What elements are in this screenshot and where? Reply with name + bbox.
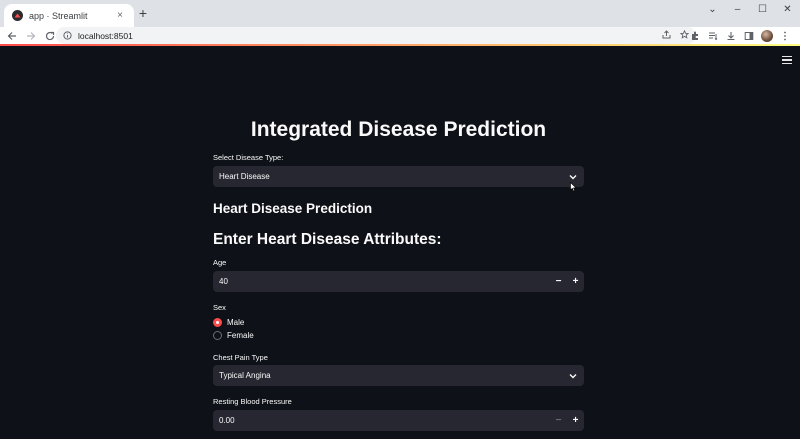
more-menu-icon[interactable]: [776, 28, 794, 43]
sex-radio-male[interactable]: Male: [213, 318, 244, 327]
disease-type-select[interactable]: Heart Disease: [213, 166, 584, 192]
browser-toolbar: localhost:8501: [0, 27, 800, 44]
age-decrement-button[interactable]: −: [550, 271, 567, 292]
resting-bp-number-input[interactable]: 0.00 − +: [213, 410, 584, 431]
profile-avatar[interactable]: [758, 28, 776, 43]
chest-pain-select[interactable]: Typical Angina: [213, 365, 584, 386]
streamlit-favicon-icon: [12, 10, 23, 21]
minimize-button[interactable]: –: [725, 0, 750, 18]
radio-checked-icon[interactable]: [213, 318, 222, 327]
side-panel-icon[interactable]: [740, 28, 758, 43]
sex-radio-female[interactable]: Female: [213, 331, 254, 340]
age-number-input[interactable]: 40 − +: [213, 271, 584, 292]
mouse-cursor-icon: [570, 179, 577, 192]
chest-pain-value: Typical Angina: [219, 371, 271, 380]
share-icon[interactable]: [660, 30, 672, 41]
age-label: Age: [213, 258, 227, 267]
tab-close-icon[interactable]: ×: [114, 10, 126, 21]
radio-unchecked-icon[interactable]: [213, 331, 222, 340]
extensions-icon[interactable]: [686, 28, 704, 43]
new-tab-button[interactable]: +: [136, 6, 150, 20]
attributes-header: Enter Heart Disease Attributes:: [213, 231, 442, 248]
streamlit-app: Integrated Disease Prediction Select Dis…: [0, 46, 800, 439]
age-increment-button[interactable]: +: [567, 271, 584, 292]
tab-search-icon[interactable]: ⌄: [700, 0, 725, 18]
radio-label-female: Female: [227, 331, 254, 340]
resting-bp-label: Resting Blood Pressure: [213, 397, 292, 406]
disease-select-value: Heart Disease: [219, 172, 270, 181]
site-info-icon[interactable]: [62, 31, 72, 41]
browser-tabstrip: app · Streamlit × + ⌄ – ☐ ✕: [0, 0, 800, 27]
page-title: Integrated Disease Prediction: [250, 118, 547, 141]
toolbar-actions: [686, 28, 794, 43]
main-menu-icon[interactable]: [782, 56, 792, 64]
resting-bp-increment-button[interactable]: +: [567, 410, 584, 431]
reload-icon[interactable]: [43, 29, 57, 43]
window-controls: ⌄ – ☐ ✕: [700, 0, 800, 18]
download-icon[interactable]: [722, 28, 740, 43]
age-value[interactable]: 40: [213, 277, 550, 286]
resting-bp-decrement-button[interactable]: −: [550, 410, 567, 431]
heart-disease-subheader: Heart Disease Prediction: [213, 201, 373, 216]
back-arrow-icon[interactable]: [5, 29, 19, 43]
close-window-button[interactable]: ✕: [775, 0, 800, 18]
resting-bp-value[interactable]: 0.00: [213, 416, 550, 425]
tab-title: app · Streamlit: [29, 10, 88, 21]
forward-arrow-icon[interactable]: [24, 29, 38, 43]
radio-label-male: Male: [227, 318, 245, 327]
reading-list-icon[interactable]: [704, 28, 722, 43]
browser-tab[interactable]: app · Streamlit ×: [4, 4, 134, 27]
sex-label: Sex: [213, 303, 226, 312]
maximize-button[interactable]: ☐: [750, 0, 775, 18]
disease-select-label: Select Disease Type:: [213, 153, 284, 162]
chevron-down-icon: [568, 371, 578, 381]
chest-pain-label: Chest Pain Type: [213, 353, 268, 362]
address-bar[interactable]: localhost:8501: [56, 27, 696, 44]
url-text: localhost:8501: [78, 30, 133, 41]
